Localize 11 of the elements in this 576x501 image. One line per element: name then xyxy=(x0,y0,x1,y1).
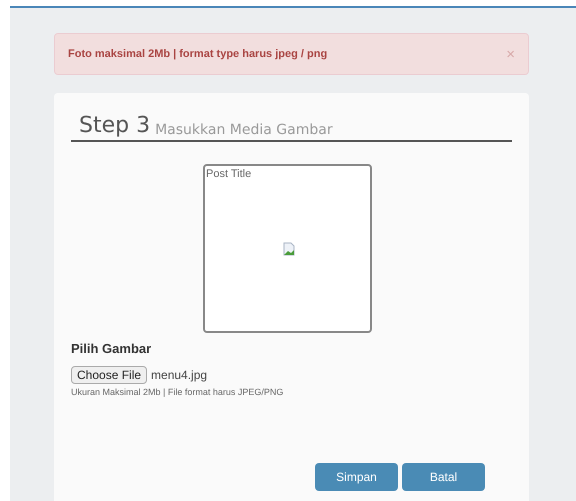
alert-message: Foto maksimal 2Mb | format type harus jpeg / png xyxy=(68,46,328,62)
upload-label: Pilih Gambar xyxy=(71,340,152,358)
choose-file-button[interactable]: Choose File xyxy=(71,366,148,384)
file-name: menu4.jpg xyxy=(151,366,208,384)
step-title: Masukkan Media Gambar xyxy=(155,123,333,137)
action-button[interactable]: Batal xyxy=(402,463,485,491)
upload-hint: Ukuran Maksimal 2Mb | File format harus JPEG/PNG xyxy=(71,386,284,399)
action-button[interactable]: Simpan xyxy=(315,463,398,491)
step-number: Step 3 xyxy=(79,115,150,137)
broken-image-icon xyxy=(283,242,295,256)
alt-text: Post Title xyxy=(206,167,252,182)
